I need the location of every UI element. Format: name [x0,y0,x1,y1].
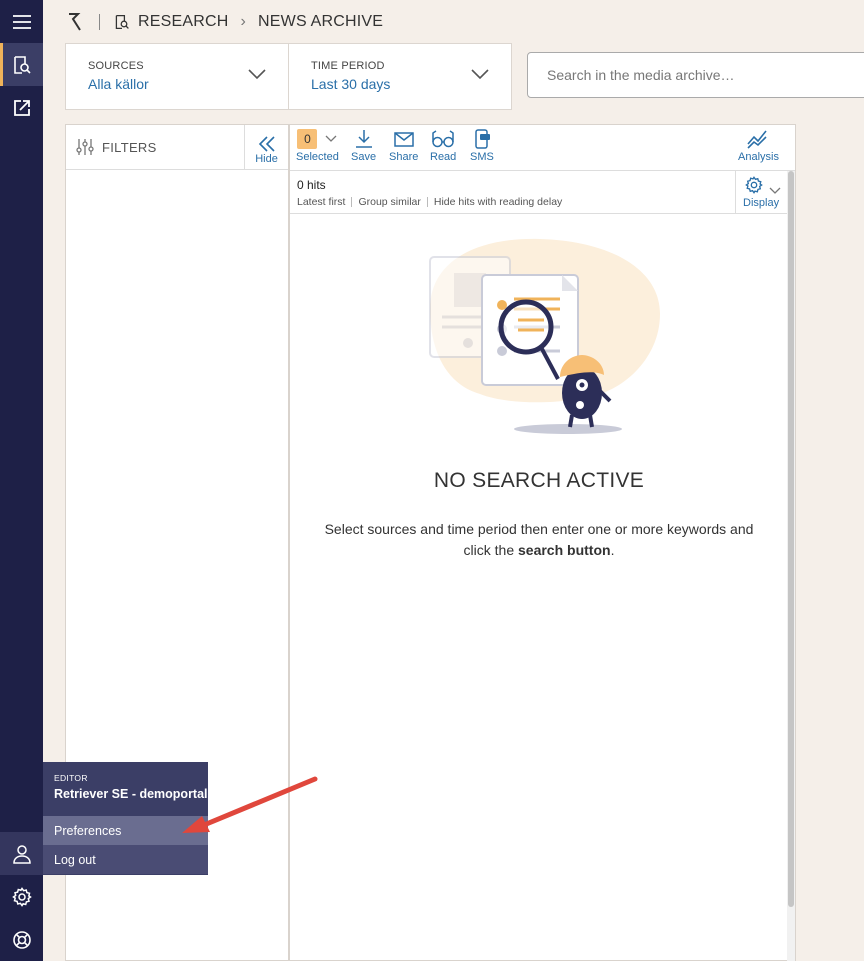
external-link-button[interactable] [0,86,43,129]
divider [351,197,353,207]
gear-icon [11,886,32,907]
read-button[interactable]: Read [430,129,456,163]
menu-button[interactable] [0,0,43,43]
save-button[interactable]: Save [351,129,376,163]
external-link-icon [13,99,30,116]
hits-bar: 0 hits Latest first Group similar Hide h… [290,171,795,214]
chevron-down-icon [248,69,266,80]
logout-menu-item[interactable]: Log out [43,845,208,874]
selected-button[interactable]: 0 Selected [296,129,339,163]
sources-value: Alla källor [88,76,149,92]
empty-state-title: NO SEARCH ACTIVE [433,469,645,492]
selected-label: Selected [296,151,339,163]
settings-button[interactable] [0,875,43,918]
display-button[interactable]: Display [735,171,787,214]
hits-count: 0 hits [297,178,326,192]
analysis-button[interactable]: Analysis [738,129,779,163]
menu-icon [12,14,31,29]
hide-filters-button[interactable]: Hide [244,125,288,169]
user-organization: Retriever SE - demoportal [54,787,208,801]
sort-latest-first[interactable]: Latest first [297,196,345,208]
share-button[interactable]: Share [389,129,418,163]
share-label: Share [389,151,419,163]
envelope-icon [393,132,414,147]
time-period-label: TIME PERIOD [311,60,385,72]
user-icon [12,844,31,864]
chevron-right-icon: › [240,12,247,30]
chevron-down-icon [471,69,489,80]
filter-sliders-icon [76,139,94,155]
empty-state-text-end: . [610,542,615,558]
group-similar-option[interactable]: Group similar [358,196,420,208]
analysis-label: Analysis [738,151,779,163]
double-chevron-left-icon [258,136,275,152]
glasses-icon [432,130,454,148]
research-icon [115,14,129,29]
research-icon [13,55,31,74]
filters-title: FILTERS [102,139,157,155]
sms-phone-icon [475,129,490,149]
download-icon [355,130,372,148]
research-nav-button[interactable] [0,43,43,86]
help-lifebuoy-icon [12,930,31,949]
time-period-dropdown[interactable]: TIME PERIOD Last 30 days [288,43,512,110]
results-toolbar: 0 Selected Save Share Read SMS Analysis [290,125,795,171]
preferences-menu-item[interactable]: Preferences [43,816,208,845]
save-label: Save [351,151,377,163]
breadcrumb-divider [99,13,100,30]
selected-count-badge: 0 [297,129,318,149]
user-role: EDITOR [54,773,88,783]
chevron-down-icon [325,135,337,142]
gear-icon [745,176,763,194]
help-button[interactable] [0,918,43,961]
empty-state-text: Select sources and time period then ente… [310,519,768,561]
retriever-logo-icon[interactable] [67,11,83,33]
sources-dropdown[interactable]: SOURCES Alla källor [65,43,289,110]
search-input[interactable] [527,52,864,98]
read-label: Read [430,151,457,163]
display-label: Display [743,197,780,209]
search-criteria-bar: SOURCES Alla källor TIME PERIOD Last 30 … [65,43,864,110]
user-button[interactable] [0,832,43,875]
divider [426,197,428,207]
scrollbar-thumb[interactable] [788,171,794,907]
chevron-down-icon [769,187,781,194]
breadcrumb: RESEARCH › NEWS ARCHIVE [43,0,864,43]
results-scrollbar[interactable] [787,171,795,961]
sms-button[interactable]: SMS [470,129,494,163]
empty-state-text-bold: search button [518,542,611,558]
hide-label: Hide [255,153,278,165]
sms-label: SMS [470,151,494,163]
no-search-illustration [429,238,660,434]
time-period-value: Last 30 days [311,76,391,92]
breadcrumb-section[interactable]: RESEARCH [138,13,229,31]
hide-reading-delay-option[interactable]: Hide hits with reading delay [434,196,562,208]
breadcrumb-page: NEWS ARCHIVE [258,12,384,30]
results-panel: 0 Selected Save Share Read SMS Analysis … [289,124,796,961]
sources-label: SOURCES [88,60,144,72]
analysis-chart-icon [747,130,768,149]
left-rail [0,0,43,961]
user-menu-popup: EDITOR Retriever SE - demoportal Prefere… [43,762,208,875]
